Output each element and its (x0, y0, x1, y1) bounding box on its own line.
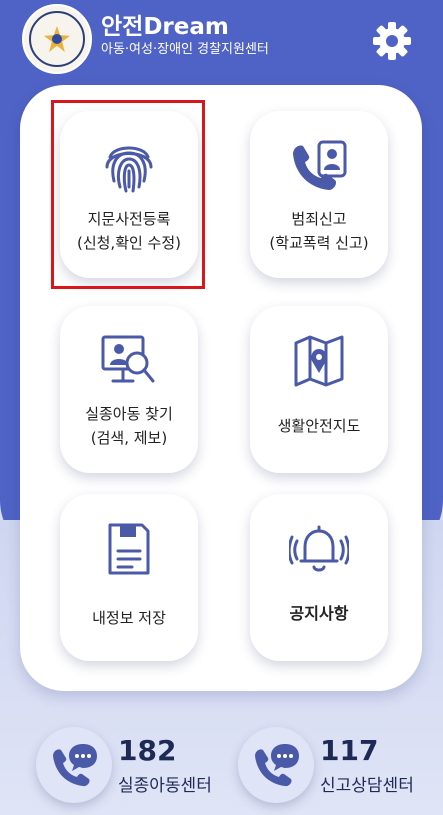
tile-label: 생활안전지도 (277, 417, 361, 435)
phone-chat-icon (255, 744, 299, 787)
call-label: 실종아동센터 (118, 776, 212, 796)
selection-highlight (51, 100, 205, 289)
phone-chat-icon (53, 744, 97, 787)
call-117-button[interactable] (238, 727, 314, 803)
crime-report-button[interactable]: 범죄신고 (학교폭력 신고) (250, 111, 388, 278)
call-label: 신고상담센터 (320, 776, 414, 796)
tile-label: 공지사항 (289, 604, 349, 623)
save-info-icon (106, 518, 152, 580)
safety-map-button[interactable]: 생활안전지도 (250, 306, 388, 473)
gear-icon[interactable] (371, 20, 413, 62)
call-182-button[interactable] (36, 727, 112, 803)
save-my-info-button[interactable]: 내정보 저장 (60, 494, 198, 661)
bell-icon (289, 518, 349, 580)
app-title: 안전Dream (101, 14, 229, 40)
app-subtitle: 아동·여성·장애인 경찰지원센터 (101, 42, 269, 57)
tile-sublabel: (검색, 제보) (90, 429, 168, 447)
tile-sublabel: (학교폭력 신고) (269, 234, 369, 252)
map-pin-icon (292, 330, 346, 392)
call-number: 182 (118, 734, 177, 767)
notices-button[interactable]: 공지사항 (250, 494, 388, 661)
police-emblem-icon (22, 4, 92, 74)
phone-report-icon (289, 135, 349, 197)
tile-label: 내정보 저장 (92, 609, 166, 627)
missing-child-search-button[interactable]: 실종아동 찾기 (검색, 제보) (60, 306, 198, 473)
tile-label: 실종아동 찾기 (85, 405, 173, 423)
app-header: 안전Dream 아동·여성·장애인 경찰지원센터 (0, 0, 443, 82)
call-number: 117 (320, 734, 379, 767)
tile-label: 범죄신고 (291, 210, 347, 228)
missing-search-icon (99, 330, 159, 392)
